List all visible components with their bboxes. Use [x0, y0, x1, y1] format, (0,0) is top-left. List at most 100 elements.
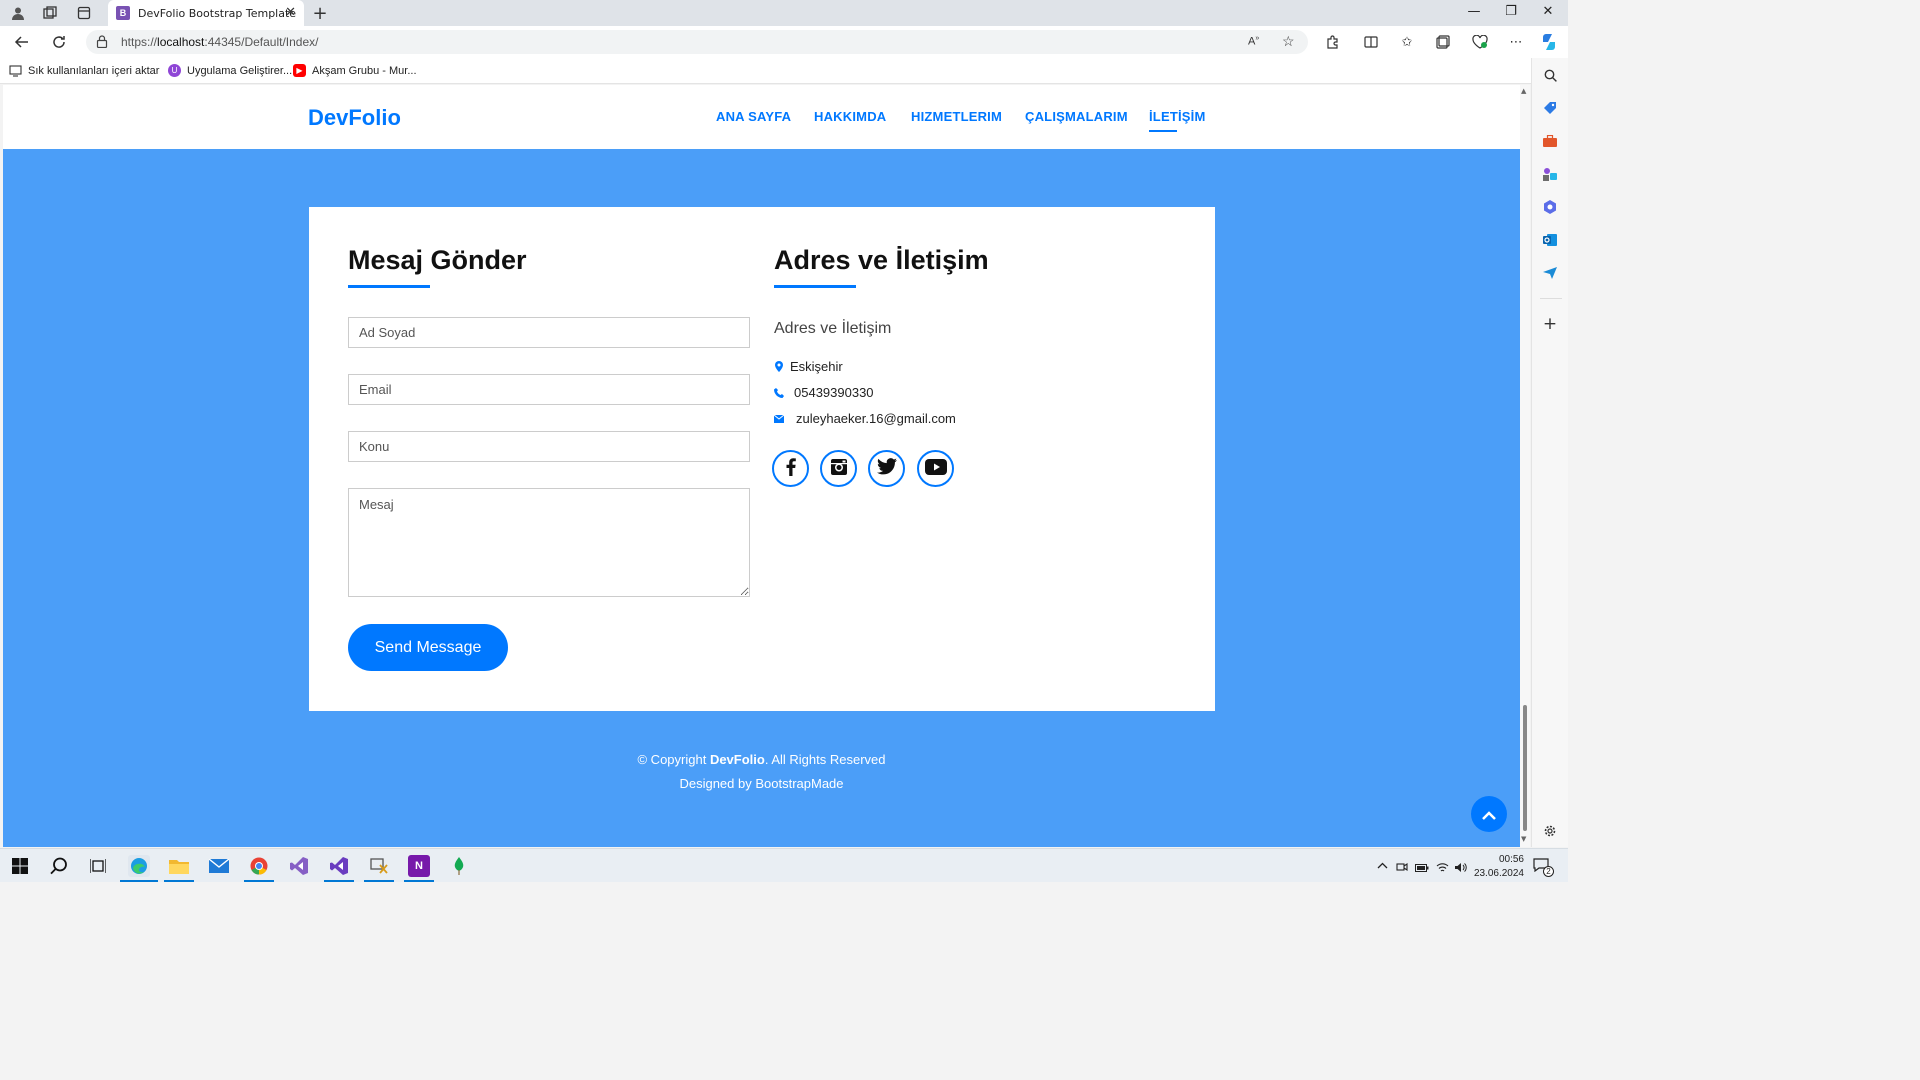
- sidebar-divider: [1540, 298, 1562, 299]
- copilot-icon[interactable]: [1540, 33, 1558, 51]
- search-icon[interactable]: [1542, 67, 1558, 83]
- copyright-suffix: . All Rights Reserved: [764, 752, 886, 767]
- nav-calismalarim[interactable]: ÇALIŞMALARIM: [1025, 109, 1128, 124]
- file-explorer-icon[interactable]: [168, 855, 190, 877]
- address-bar-row: https://localhost:44345/Default/Index/ A…: [0, 26, 1568, 58]
- tab-devfolio[interactable]: B DevFolio Bootstrap Template ✕: [108, 0, 304, 26]
- collections-icon[interactable]: [1434, 33, 1452, 51]
- message-textarea[interactable]: [348, 488, 750, 597]
- page-scrollbar[interactable]: ▲ ▼: [1520, 85, 1530, 847]
- onenote-open-indicator: [404, 880, 434, 882]
- more-menu-icon[interactable]: ⋯: [1507, 33, 1525, 51]
- nav-hakkimda[interactable]: HAKKIMDA: [814, 109, 886, 124]
- visual-studio-2-icon[interactable]: [328, 855, 350, 877]
- minimize-icon[interactable]: —: [1466, 4, 1482, 19]
- restore-icon[interactable]: ❐: [1503, 4, 1519, 19]
- email-input[interactable]: [348, 374, 750, 405]
- edge-taskbar-icon[interactable]: [128, 855, 150, 877]
- split-screen-icon[interactable]: [1362, 33, 1380, 51]
- windows-start-icon[interactable]: [9, 855, 31, 877]
- show-hidden-icons-chevron-icon[interactable]: [1377, 859, 1388, 872]
- games-icon[interactable]: [1542, 166, 1558, 182]
- site-navbar: DevFolio ANA SAYFA HAKKIMDA HIZMETLERIM …: [3, 85, 1520, 149]
- import-icon: [9, 64, 22, 77]
- facebook-link[interactable]: [772, 450, 809, 487]
- shopping-tag-icon[interactable]: [1542, 100, 1558, 116]
- edge-sidebar: +: [1531, 58, 1568, 847]
- page-viewport: DevFolio ANA SAYFA HAKKIMDA HIZMETLERIM …: [3, 85, 1520, 847]
- sql-open-indicator: [364, 880, 394, 882]
- read-aloud-icon[interactable]: A»: [1248, 35, 1259, 48]
- wifi-icon[interactable]: [1436, 858, 1449, 877]
- nav-hizmetlerim[interactable]: HIZMETLERIM: [911, 109, 1002, 124]
- sql-server-icon[interactable]: [368, 855, 390, 877]
- outlook-icon[interactable]: [1542, 232, 1558, 248]
- active-nav-indicator: [1149, 130, 1177, 132]
- mongodb-compass-icon[interactable]: [448, 855, 470, 877]
- task-view-icon[interactable]: [87, 855, 109, 877]
- back-icon[interactable]: [13, 33, 31, 51]
- send-message-button[interactable]: Send Message: [348, 624, 508, 671]
- name-input[interactable]: [348, 317, 750, 348]
- instagram-link[interactable]: [820, 450, 857, 487]
- close-tab-icon[interactable]: ✕: [285, 5, 296, 20]
- battery-icon[interactable]: [1415, 858, 1429, 877]
- facebook-icon: [786, 457, 796, 480]
- bookmark-uygulama[interactable]: U Uygulama Geliştirer...: [168, 64, 292, 77]
- twitter-link[interactable]: [868, 450, 905, 487]
- back-to-top-button[interactable]: [1471, 796, 1507, 832]
- clock-date: 23.06.2024: [1473, 868, 1524, 879]
- vs-open-indicator: [324, 880, 354, 882]
- onenote-icon[interactable]: N: [408, 855, 430, 877]
- taskbar-search-icon[interactable]: [48, 855, 70, 877]
- windows-taskbar: N 00:56 23.06.2024 2: [0, 848, 1568, 882]
- send-drop-icon[interactable]: [1542, 265, 1558, 281]
- favorites-icon[interactable]: ✩: [1398, 33, 1416, 51]
- phone-text[interactable]: 05439390330: [794, 385, 874, 400]
- favorite-star-icon[interactable]: ☆: [1282, 33, 1295, 50]
- email-text[interactable]: zuleyhaeker.16@gmail.com: [796, 411, 956, 426]
- volume-icon[interactable]: [1454, 858, 1467, 877]
- tools-briefcase-icon[interactable]: [1542, 133, 1558, 149]
- bookmark-import-favorites[interactable]: Sık kullanılanları içeri aktar: [9, 64, 159, 77]
- address-subtitle: Adres ve İletişim: [774, 320, 892, 337]
- footer-credits[interactable]: Designed by BootstrapMade: [3, 776, 1520, 791]
- add-sidebar-app-icon[interactable]: +: [1542, 314, 1558, 334]
- site-brand[interactable]: DevFolio: [308, 105, 401, 131]
- extensions-icon[interactable]: [1323, 33, 1341, 51]
- sidebar-settings-gear-icon[interactable]: [1542, 823, 1558, 839]
- url-host: localhost: [157, 35, 205, 49]
- mail-icon[interactable]: [208, 855, 230, 877]
- microsoft-365-icon[interactable]: [1542, 199, 1558, 215]
- scrollbar-thumb[interactable]: [1523, 705, 1527, 831]
- chrome-icon[interactable]: [248, 855, 270, 877]
- url-rest: :44345/Default/Index/: [204, 35, 319, 49]
- tab-actions-icon[interactable]: [76, 5, 92, 21]
- new-tab-icon[interactable]: +: [312, 3, 328, 24]
- refresh-icon[interactable]: [50, 33, 68, 51]
- workspaces-icon[interactable]: [42, 5, 58, 21]
- profile-icon[interactable]: [10, 5, 26, 21]
- scroll-down-icon[interactable]: ▼: [1521, 835, 1526, 843]
- browser-essentials-icon[interactable]: [1471, 33, 1489, 51]
- youtube-favicon-icon: ▶: [293, 64, 306, 77]
- visual-studio-icon[interactable]: [288, 855, 310, 877]
- nav-iletisim[interactable]: İLETİŞİM: [1149, 109, 1206, 124]
- nav-ana-sayfa[interactable]: ANA SAYFA: [716, 109, 791, 124]
- title-underline: [348, 285, 430, 288]
- address-title: Adres ve İletişim: [774, 245, 989, 275]
- notification-count-badge: 2: [1543, 866, 1554, 877]
- url-bar[interactable]: https://localhost:44345/Default/Index/ A…: [86, 30, 1308, 54]
- taskbar-clock[interactable]: 00:56 23.06.2024: [1474, 853, 1524, 881]
- subject-input[interactable]: [348, 431, 750, 462]
- youtube-link[interactable]: [917, 450, 954, 487]
- copyright-brand: DevFolio: [709, 752, 765, 767]
- close-window-icon[interactable]: ✕: [1540, 4, 1556, 19]
- meet-now-icon[interactable]: [1396, 858, 1408, 877]
- instagram-icon: [830, 458, 848, 480]
- youtube-icon: [924, 458, 947, 479]
- copyright-prefix: © Copyright: [637, 752, 710, 767]
- bookmark-aksam-grubu[interactable]: ▶ Akşam Grubu - Mur...: [293, 64, 417, 77]
- lock-icon[interactable]: [96, 35, 108, 51]
- scroll-up-icon[interactable]: ▲: [1521, 87, 1526, 95]
